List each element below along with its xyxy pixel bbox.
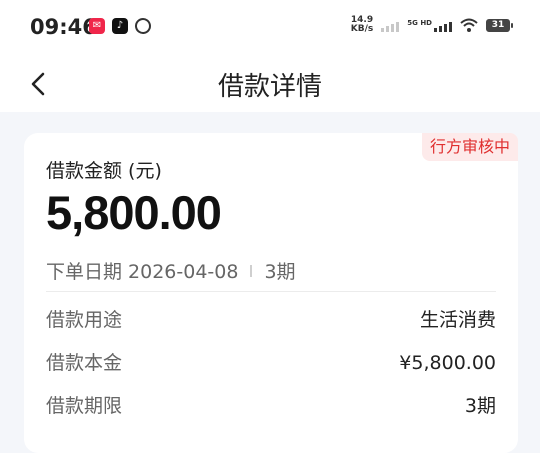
loan-card: 行方审核中 借款金额 (元) 5,800.00 下单日期 2026-04-08 …: [24, 133, 518, 453]
wifi-icon: [460, 18, 478, 32]
separator: [250, 264, 253, 277]
detail-value: ¥5,800.00: [399, 352, 496, 374]
divider: [46, 291, 496, 292]
detail-value: 3期: [464, 395, 496, 417]
battery-icon: 31: [486, 18, 513, 32]
detail-value: 生活消费: [419, 309, 496, 331]
nav-bar: 借款详情: [0, 56, 540, 112]
network-speed-unit: KB/s: [350, 24, 374, 34]
amount-label: 借款金额 (元): [46, 160, 162, 182]
detail-row-principal: 借款本金 ¥5,800.00: [46, 348, 496, 378]
detail-label: 借款本金: [46, 352, 123, 374]
shopping-app-icon: ✉: [89, 18, 105, 34]
signal-1-icon: [381, 19, 400, 32]
page-title: 借款详情: [217, 72, 322, 102]
network-label: 5G HD: [407, 18, 432, 27]
status-bar: 09:46 ✉ ♪ 14.9 KB/s 5G HD 31: [0, 0, 540, 56]
amount-value: 5,800.00: [46, 186, 222, 239]
detail-row-purpose: 借款用途 生活消费: [46, 305, 496, 335]
status-indicators: 14.9 KB/s 5G HD 31: [351, 16, 513, 34]
status-badge: 行方审核中: [421, 133, 518, 161]
app-ring-icon: [131, 14, 155, 38]
order-periods: 3期: [264, 261, 296, 283]
notification-icons: ✉ ♪: [89, 14, 155, 38]
detail-row-term: 借款期限 3期: [46, 391, 496, 421]
order-date: 下单日期 2026-04-08: [46, 261, 239, 283]
detail-label: 借款期限: [46, 395, 123, 417]
status-time: 09:46: [30, 15, 97, 39]
signal-5g-icon: 5G HD: [407, 19, 452, 32]
order-info: 下单日期 2026-04-08 3期: [46, 257, 296, 284]
network-speed: 14.9 KB/s: [351, 16, 373, 34]
tiktok-icon: ♪: [112, 18, 128, 34]
detail-label: 借款用途: [46, 309, 123, 331]
